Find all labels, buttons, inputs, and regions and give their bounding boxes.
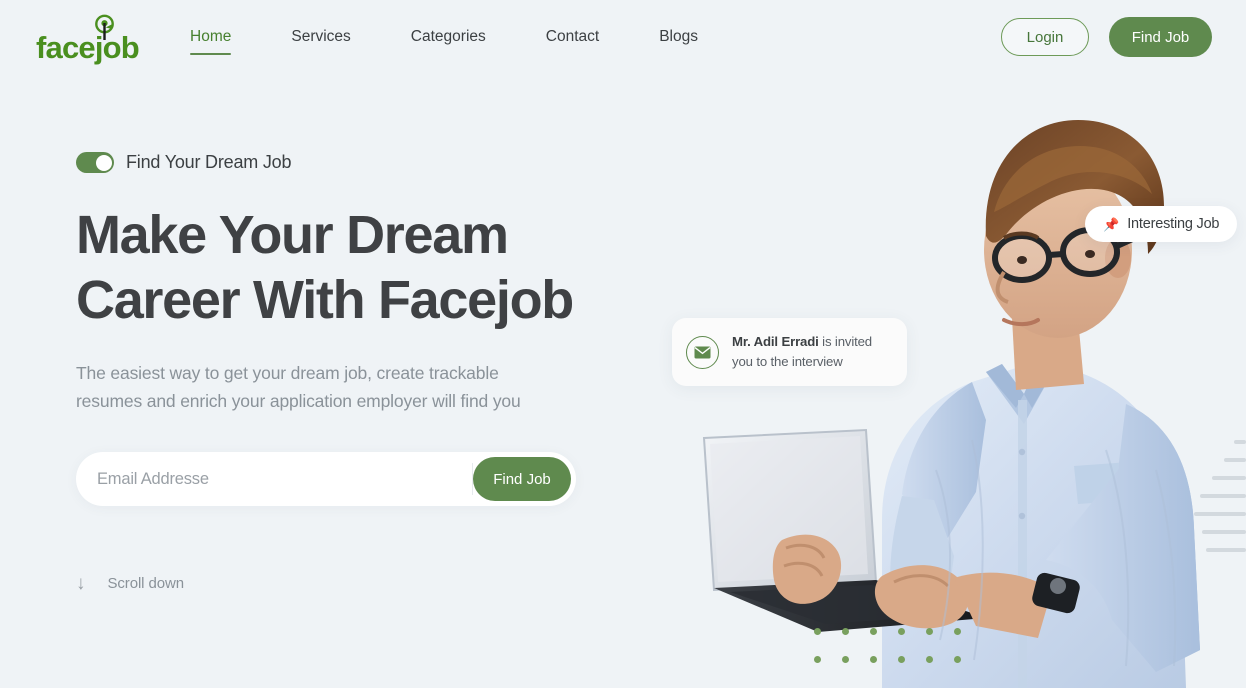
nav-link-blogs[interactable]: Blogs [659, 24, 698, 50]
dot [898, 628, 905, 635]
logo[interactable]: facejob [36, 14, 140, 65]
toggle-knob [95, 154, 112, 171]
hero-subtitle: The easiest way to get your dream job, c… [76, 359, 606, 417]
arrow-down-icon: ↓ [76, 573, 86, 594]
logo-text: facejob [36, 30, 140, 65]
deco-line [1234, 440, 1246, 444]
interview-invite-card[interactable]: Mr. Adil Erradi is invited you to the in… [672, 318, 907, 386]
invite-message: Mr. Adil Erradi is invited you to the in… [732, 332, 872, 372]
hero-subtitle-line2: resumes and enrich your application empl… [76, 391, 521, 412]
nav-link-contact[interactable]: Contact [546, 24, 599, 50]
invite-person-name: Mr. Adil Erradi [732, 334, 819, 350]
page-title: Make Your Dream Career With Facejob [76, 203, 696, 333]
hero-eyebrow-label: Find Your Dream Job [126, 152, 292, 172]
pushpin-icon: 📌 [1103, 216, 1120, 232]
hero-eyebrow: Find Your Dream Job [76, 152, 696, 173]
interesting-job-badge[interactable]: 📌 Interesting Job [1085, 206, 1238, 242]
deco-line [1224, 458, 1246, 462]
dot [814, 628, 821, 635]
find-job-search-button[interactable]: Find Job [473, 457, 571, 502]
dream-job-toggle[interactable] [76, 152, 114, 173]
hero-title-line1: Make Your Dream [76, 205, 509, 265]
nav-link-services[interactable]: Services [291, 24, 350, 50]
dot [870, 656, 877, 663]
dot [954, 656, 961, 663]
dot-grid-decoration [814, 628, 982, 684]
nav-link-home[interactable]: Home [190, 24, 232, 55]
line-decoration [1186, 440, 1246, 552]
deco-line [1206, 548, 1246, 552]
scroll-down-label: Scroll down [107, 575, 185, 592]
hero-subtitle-line1: The easiest way to get your dream job, c… [76, 362, 499, 383]
deco-line [1202, 530, 1246, 534]
dot [898, 656, 905, 663]
dot [954, 628, 961, 635]
find-job-nav-button[interactable]: Find Job [1109, 17, 1212, 57]
invite-message-line2: you to the interview [732, 354, 843, 369]
hero-page: facejob Home Services Categories Contact… [0, 0, 1246, 688]
dot [926, 656, 933, 663]
deco-line [1194, 512, 1246, 516]
dot [870, 628, 877, 635]
nav-link-categories[interactable]: Categories [411, 24, 486, 50]
login-button[interactable]: Login [1001, 18, 1089, 56]
email-field[interactable] [81, 457, 472, 502]
deco-line [1200, 494, 1246, 498]
navbar: facejob Home Services Categories Contact… [0, 0, 1246, 74]
nav-links: Home Services Categories Contact Blogs [190, 24, 728, 55]
dot [926, 628, 933, 635]
hero-title-line2: Career With Facejob [76, 269, 574, 330]
email-search-bar: Find Job [76, 452, 576, 507]
tree-mark-icon [91, 14, 118, 41]
interesting-job-label: Interesting Job [1127, 216, 1220, 232]
deco-line [1212, 476, 1246, 480]
dot [842, 628, 849, 635]
scroll-down-control[interactable]: ↓ Scroll down [76, 574, 184, 593]
nav-actions: Login Find Job [1001, 17, 1212, 57]
envelope-icon [686, 335, 719, 369]
invite-message-line1: is invited [818, 334, 872, 350]
hero-content: Find Your Dream Job Make Your Dream Care… [76, 152, 696, 507]
dot [814, 656, 821, 663]
dot [842, 656, 849, 663]
